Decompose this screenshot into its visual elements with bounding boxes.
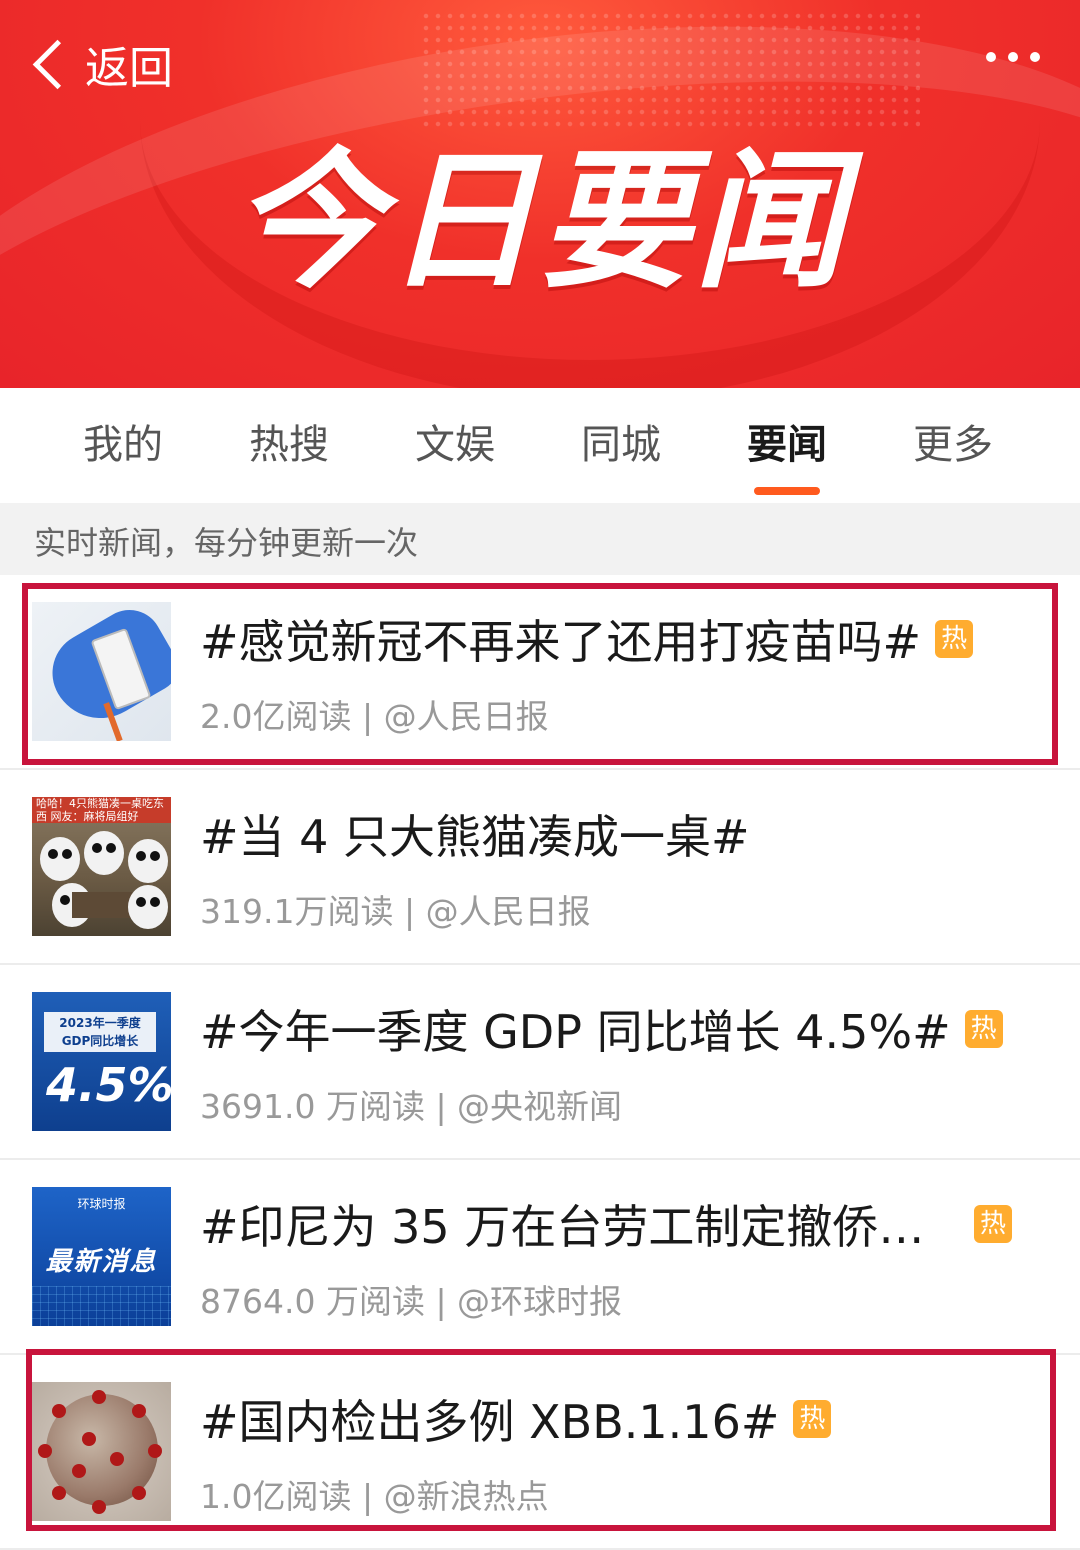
hot-badge: 热 bbox=[974, 1204, 1012, 1243]
thumbnail-label: 最新消息 bbox=[45, 1247, 158, 1277]
update-notice: 实时新闻，每分钟更新一次 bbox=[0, 503, 1080, 575]
news-title: #印尼为 35 万在台劳工制定撤侨计... bbox=[200, 1199, 960, 1254]
news-thumbnail: 哈哈！4只熊猫凑一桌吃东西 网友：麻将局组好 bbox=[32, 797, 171, 936]
tab-local[interactable]: 同城 bbox=[538, 388, 704, 503]
thumbnail-caption: 2023年一季度 GDP同比增长 bbox=[44, 1012, 156, 1052]
tab-entertainment[interactable]: 文娱 bbox=[372, 388, 538, 503]
news-title: #今年一季度 GDP 同比增长 4.5%# bbox=[200, 1004, 951, 1059]
header-banner: 返回 今日要闻 bbox=[0, 0, 1080, 388]
hot-badge: 热 bbox=[964, 1009, 1003, 1048]
banner-title: 今日要闻 bbox=[231, 135, 848, 309]
chevron-left-icon bbox=[32, 39, 83, 89]
tab-more[interactable]: 更多 bbox=[870, 388, 1036, 503]
active-tab-indicator bbox=[754, 487, 820, 495]
news-meta: 3691.0 万阅读 | @央视新闻 bbox=[200, 1086, 623, 1126]
tab-hot-search[interactable]: 热搜 bbox=[206, 388, 372, 503]
thumbnail-value: 4.5% bbox=[46, 1058, 171, 1112]
back-label: 返回 bbox=[85, 43, 173, 94]
news-meta: 8764.0 万阅读 | @环球时报 bbox=[200, 1281, 623, 1321]
news-title: #当 4 只大熊猫凑成一桌# bbox=[200, 809, 750, 864]
highlight-box bbox=[22, 583, 1058, 765]
news-meta: 319.1万阅读 | @人民日报 bbox=[200, 891, 591, 931]
tab-bar: 我的 热搜 文娱 同城 要闻 更多 bbox=[0, 388, 1080, 503]
more-dots-icon bbox=[986, 52, 996, 62]
back-button[interactable]: 返回 bbox=[30, 32, 173, 96]
highlight-box bbox=[26, 1349, 1056, 1531]
tab-mine[interactable]: 我的 bbox=[40, 388, 206, 503]
tab-headlines[interactable]: 要闻 bbox=[704, 388, 870, 503]
more-options-button[interactable] bbox=[986, 52, 1040, 62]
thumbnail-caption: 哈哈！4只熊猫凑一桌吃东西 网友：麻将局组好 bbox=[32, 797, 171, 823]
news-list: #感觉新冠不再来了还用打疫苗吗# 热 2.0亿阅读 | @人民日报 哈哈！4只熊… bbox=[0, 575, 1080, 1550]
news-thumbnail: 环球时报 最新消息 bbox=[32, 1187, 171, 1326]
news-item[interactable]: 哈哈！4只熊猫凑一桌吃东西 网友：麻将局组好 #当 4 只大熊猫凑成一桌# 31… bbox=[0, 770, 1080, 965]
news-item[interactable]: 2023年一季度 GDP同比增长 4.5% #今年一季度 GDP 同比增长 4.… bbox=[0, 965, 1080, 1160]
news-thumbnail: 2023年一季度 GDP同比增长 4.5% bbox=[32, 992, 171, 1131]
news-item[interactable]: 环球时报 最新消息 #印尼为 35 万在台劳工制定撤侨计... 热 8764.0… bbox=[0, 1160, 1080, 1355]
thumbnail-brand: 环球时报 bbox=[77, 1197, 126, 1211]
